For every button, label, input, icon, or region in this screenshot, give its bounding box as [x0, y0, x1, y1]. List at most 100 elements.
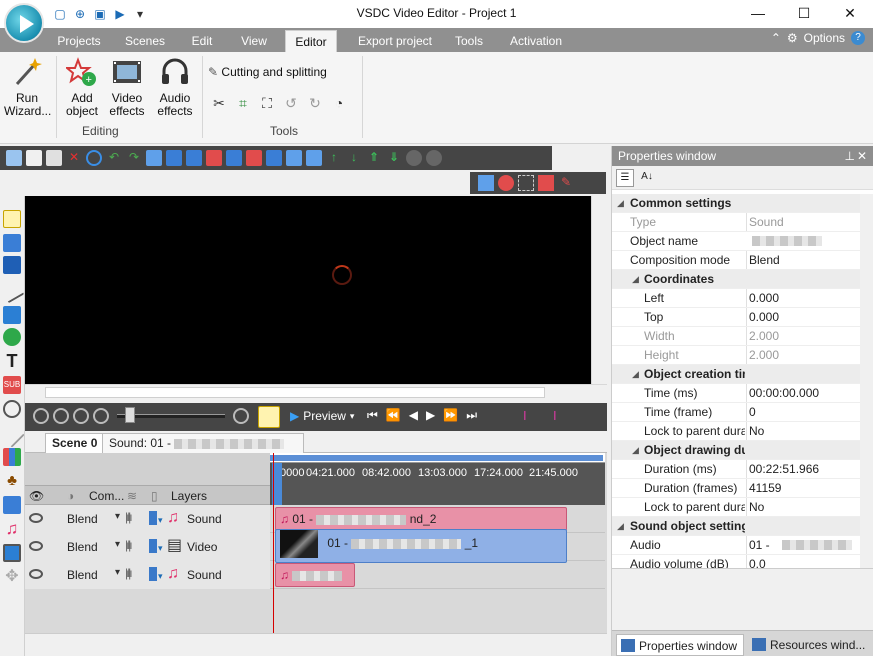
visibility-eye-icon[interactable]	[29, 541, 43, 551]
paste-icon[interactable]	[46, 150, 62, 166]
property-row[interactable]: Width 2.000	[612, 327, 860, 346]
tab-scene-0[interactable]: Scene 0	[45, 433, 105, 453]
preview-horizontal-scrollbar[interactable]	[25, 384, 607, 400]
property-row[interactable]: Duration (frames) 41159	[612, 479, 860, 498]
timeline-empty-area[interactable]	[25, 589, 605, 633]
tab-export-project[interactable]: Export project	[350, 32, 440, 52]
property-value[interactable]: Sound	[746, 213, 860, 231]
crop-icon[interactable]: ⛶	[258, 94, 276, 112]
move-tool-icon[interactable]: ✥	[3, 568, 21, 586]
line-tool-icon[interactable]	[0, 278, 25, 304]
cutting-splitting-button[interactable]: ✎ Cutting and splitting	[208, 66, 348, 79]
timer-icon[interactable]	[258, 406, 280, 428]
align-center-icon[interactable]	[186, 150, 202, 166]
property-row[interactable]: Time (frame) 0	[612, 403, 860, 422]
blend-dropdown-icon[interactable]: ▾	[115, 539, 120, 550]
fast-forward-icon[interactable]: ⏩	[443, 408, 458, 423]
group-icon[interactable]	[406, 150, 422, 166]
pen-tool-icon[interactable]	[0, 422, 25, 448]
timeline-horizontal-scrollbar[interactable]	[25, 633, 607, 649]
picture-tool-icon[interactable]	[3, 496, 21, 514]
distribute-icon[interactable]	[246, 150, 262, 166]
tab-tools[interactable]: Tools	[450, 32, 488, 52]
chart-tool-icon[interactable]	[3, 448, 21, 466]
collapse-triangle-icon[interactable]: ◢	[617, 194, 624, 212]
marker-out-icon[interactable]: I	[553, 408, 557, 423]
property-row[interactable]: Top 0.000	[612, 308, 860, 327]
timeline-track-row[interactable]: Blend ▾ |ıl|ı ▾ ▤ Video 01 - _1	[25, 529, 605, 563]
tab-resources-window[interactable]: Resources wind...	[748, 634, 872, 656]
sound-clip[interactable]: ♫ 01 - nd_2	[275, 507, 567, 531]
text-tool-icon[interactable]: T	[3, 352, 21, 370]
audio-effects-button[interactable]: Audio effects	[152, 56, 198, 118]
properties-scrollbar[interactable]	[860, 194, 873, 568]
property-category[interactable]: ◢ Common settings	[612, 194, 860, 213]
collapse-triangle-icon[interactable]: ◢	[632, 365, 639, 383]
close-button[interactable]: ✕	[827, 0, 873, 26]
lock-dropdown-icon[interactable]: ▾	[158, 571, 163, 582]
align-left-icon[interactable]	[166, 150, 182, 166]
tab-scenes[interactable]: Scenes	[118, 32, 172, 52]
blend-mode-select[interactable]: Blend	[67, 568, 98, 582]
property-value[interactable]: 00:00:00.000	[746, 384, 860, 402]
app-logo-icon[interactable]	[4, 3, 44, 43]
rectangle-tool-icon[interactable]	[3, 306, 21, 324]
lock-icon[interactable]	[149, 511, 157, 525]
ellipse-tool-icon[interactable]	[3, 328, 21, 346]
property-value[interactable]: No	[746, 498, 860, 516]
skip-end-icon[interactable]: ⏭	[466, 408, 477, 423]
preview-button[interactable]: ▶ Preview ▾	[290, 409, 354, 423]
timeline-ruler[interactable]: 0000 04:21.000 08:42.000 13:03.000 17:24…	[270, 453, 605, 505]
snap-icon[interactable]	[518, 175, 534, 191]
select-circle-icon[interactable]	[86, 150, 102, 166]
property-value[interactable]: 2.000	[746, 346, 860, 364]
lock-icon[interactable]	[149, 567, 157, 581]
align-bottom-icon[interactable]	[226, 150, 242, 166]
preview-canvas[interactable]	[25, 196, 591, 384]
blend-mode-select[interactable]: Blend	[67, 540, 98, 554]
bring-front-icon[interactable]: ⇑	[366, 150, 382, 166]
zoom-fit-icon[interactable]	[73, 408, 89, 424]
fit-icon[interactable]	[286, 150, 302, 166]
move-up-icon[interactable]: ↑	[326, 150, 342, 166]
property-category[interactable]: ◢ Coordinates	[612, 270, 860, 289]
sound-clip[interactable]: ♫	[275, 563, 355, 587]
video-effects-button[interactable]: Video effects	[106, 56, 148, 118]
film-tool-icon[interactable]	[3, 544, 21, 562]
speed-icon[interactable]: ◔	[330, 94, 348, 112]
property-category[interactable]: ◢ Sound object settings	[612, 517, 860, 536]
grid-icon[interactable]	[478, 175, 494, 191]
zoom-in-icon[interactable]	[33, 408, 49, 424]
delete-icon[interactable]: ✕	[66, 150, 82, 166]
undo-icon[interactable]: ↶	[106, 150, 122, 166]
property-row[interactable]: Lock to parent durati No	[612, 422, 860, 441]
tab-properties-window[interactable]: Properties window	[616, 634, 744, 656]
stretch-icon[interactable]	[306, 150, 322, 166]
property-row[interactable]: Height 2.000	[612, 346, 860, 365]
options-button[interactable]: Options	[804, 31, 845, 45]
property-value[interactable]: 2.000	[746, 327, 860, 345]
lock-dropdown-icon[interactable]: ▾	[158, 543, 163, 554]
snap-object-icon[interactable]	[538, 175, 554, 191]
maximize-button[interactable]: ☐	[781, 0, 827, 26]
align-icon[interactable]	[146, 150, 162, 166]
blend-dropdown-icon[interactable]: ▾	[115, 511, 120, 522]
audio-wave-icon[interactable]: |ıl|ı	[125, 510, 132, 524]
categorized-view-icon[interactable]: ☰	[616, 169, 634, 187]
gear-icon[interactable]: ⚙	[787, 31, 798, 45]
timeline-track-row[interactable]: Blend ▾ |ıl|ı ▾ ♫ Sound ♫	[25, 561, 605, 589]
tab-activation[interactable]: Activation	[505, 32, 567, 52]
property-value[interactable]: 0.0	[746, 555, 860, 568]
rewind-icon[interactable]: ⏪	[386, 408, 401, 423]
tab-projects[interactable]: Projects	[52, 32, 106, 52]
property-value[interactable]: No	[746, 422, 860, 440]
property-value[interactable]: 0.000	[746, 308, 860, 326]
tab-editor[interactable]: Editor	[285, 30, 337, 52]
add-video-tool-icon[interactable]	[3, 234, 21, 252]
distribute-v-icon[interactable]	[266, 150, 282, 166]
pointer-tool-icon[interactable]	[3, 210, 21, 228]
marker-in-icon[interactable]: I	[523, 408, 527, 423]
close-icon[interactable]: ✕	[857, 146, 867, 166]
zoom-plus-icon[interactable]	[233, 408, 249, 424]
property-category[interactable]: ◢ Object creation time	[612, 365, 860, 384]
